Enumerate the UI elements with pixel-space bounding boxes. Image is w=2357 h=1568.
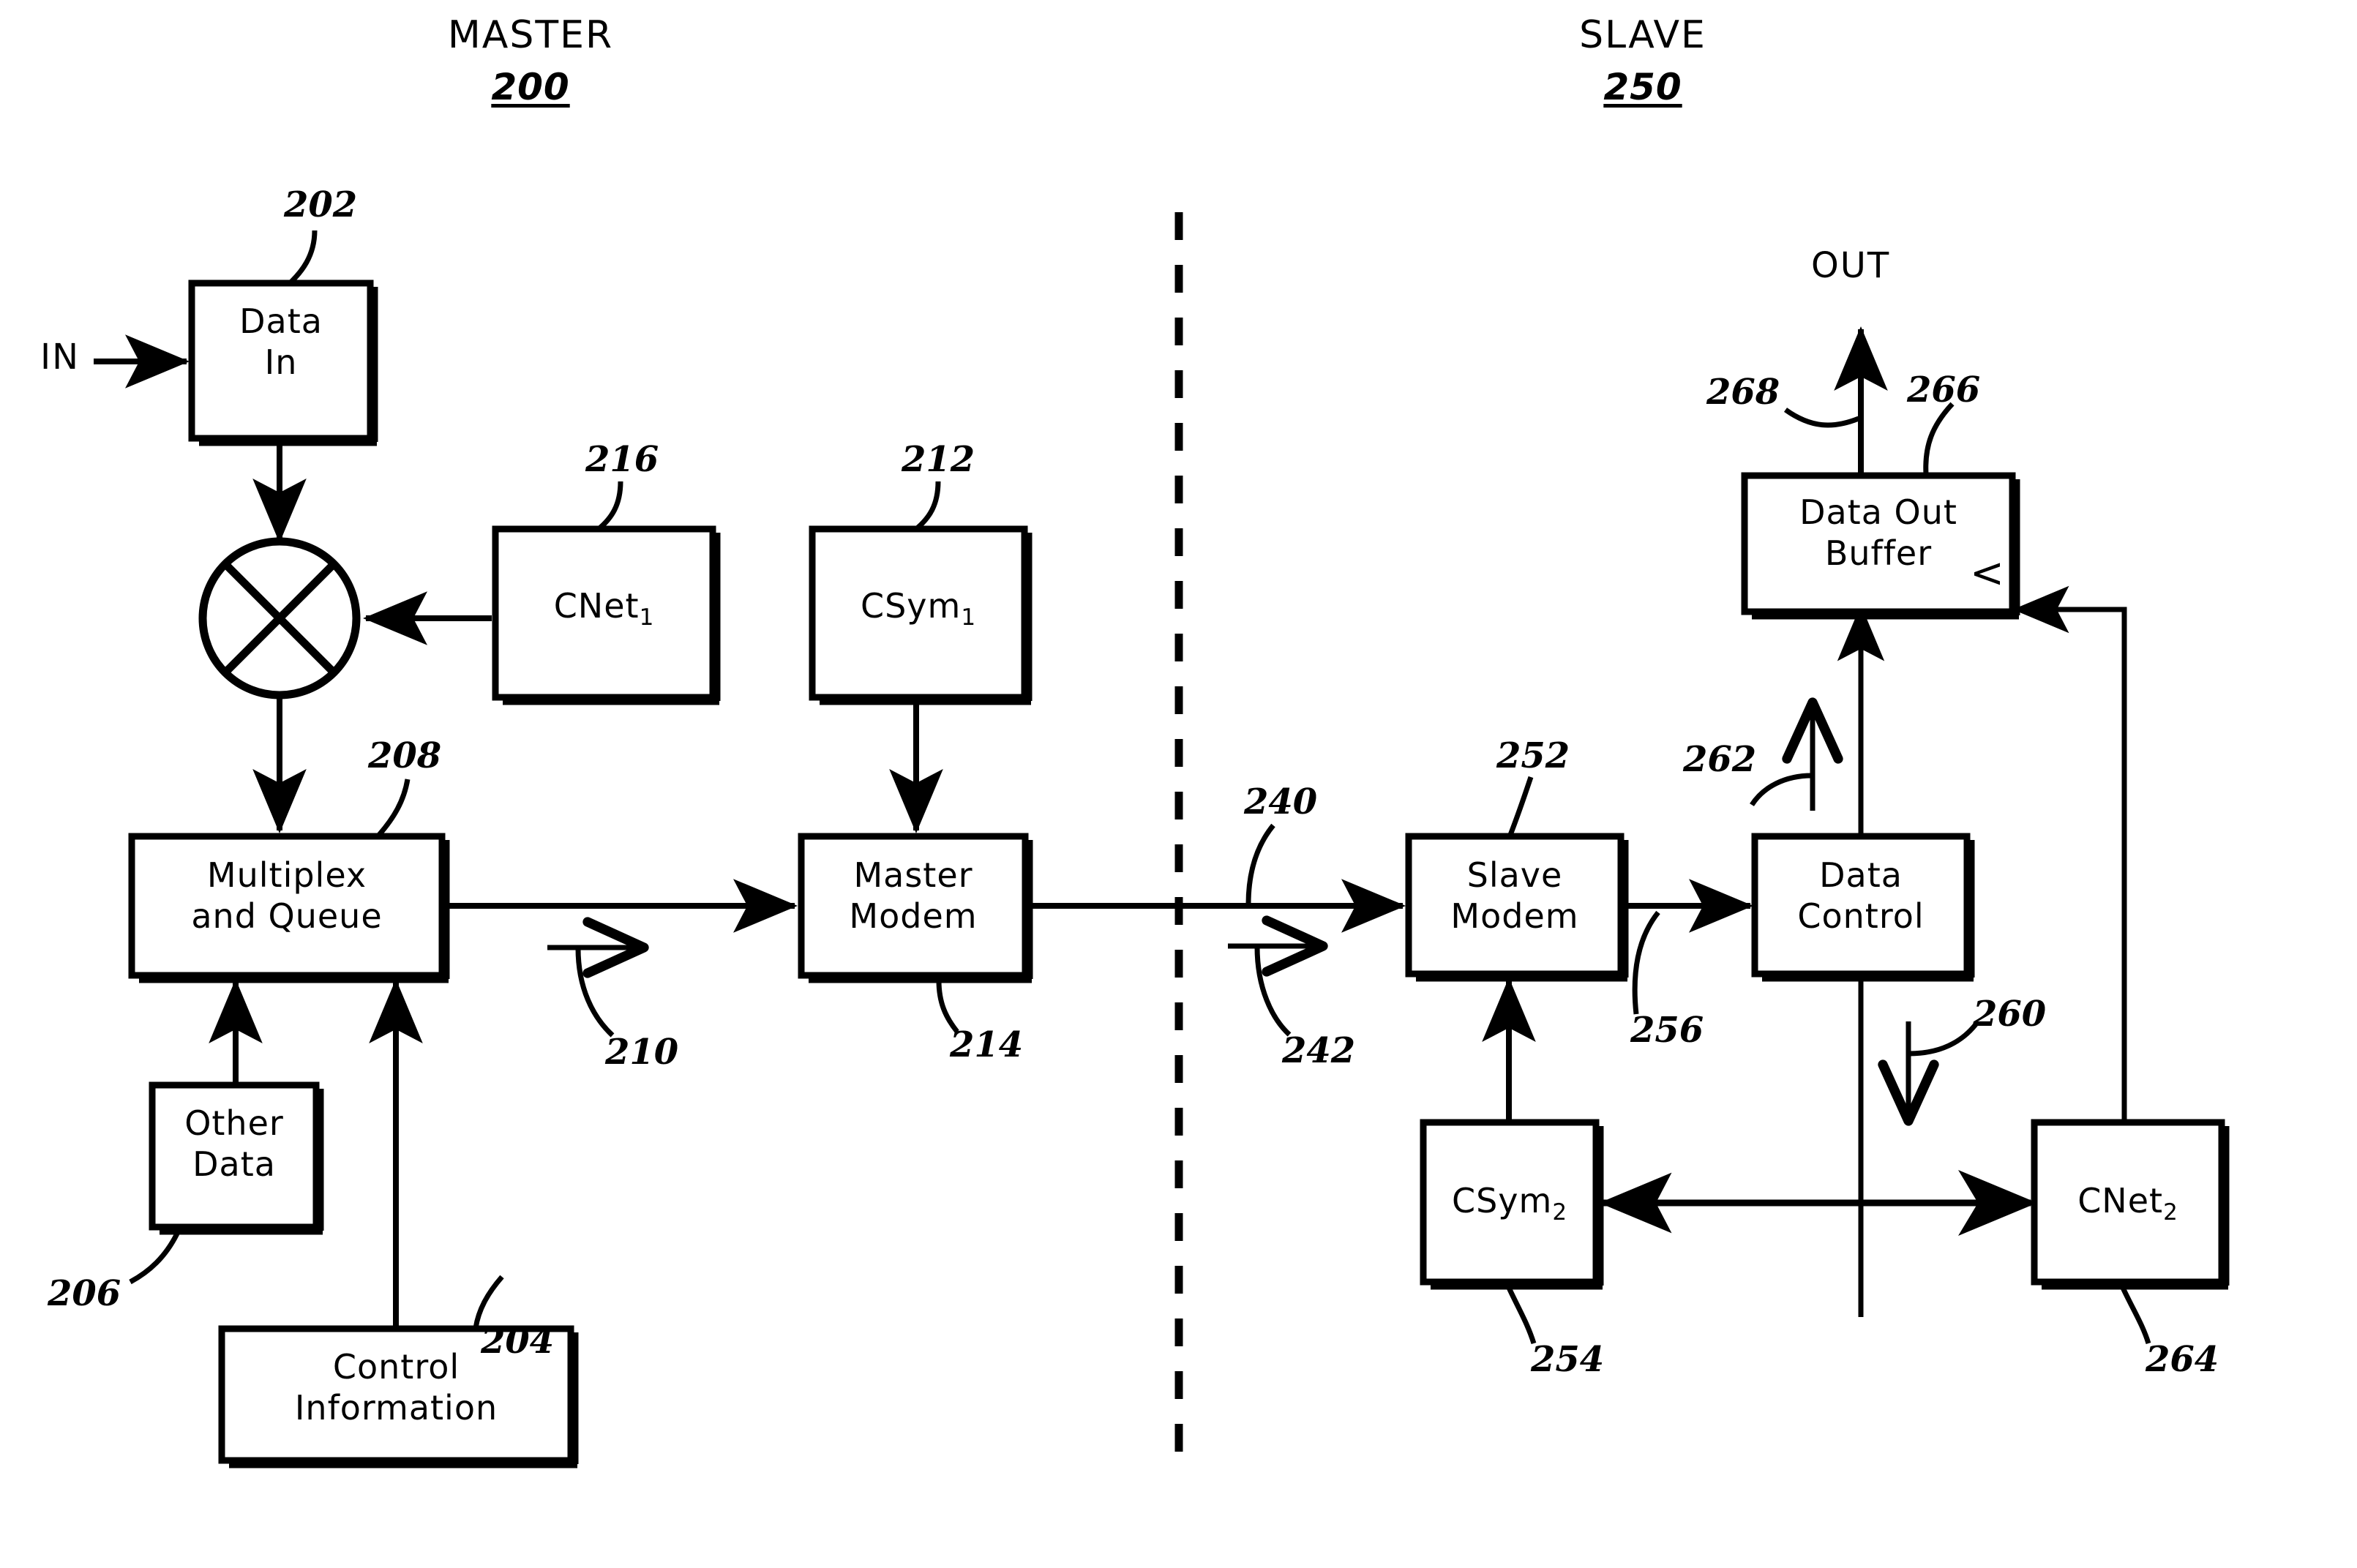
block-label-data-control: Data Control [1797, 855, 1925, 937]
section-title-master: MASTER [447, 13, 614, 57]
ref-number-216: 216 [585, 439, 659, 480]
signal-ref-240-leader [1245, 823, 1275, 905]
signal-ref-242-leader [1228, 915, 1328, 1037]
data-out-buffer-marker: < [1970, 549, 2004, 597]
port-label-in: IN [40, 337, 80, 378]
ref-number-252: 252 [1496, 735, 1570, 776]
block-label-master-modem: Master Modem [849, 855, 978, 937]
block-label-csym1: CSym1 [812, 585, 1024, 629]
signal-ref-260-leader [1878, 1021, 1978, 1126]
figure-canvas: MASTER 200 SLAVE 250 IN OUT Data In Cont… [0, 0, 2357, 1568]
ref-leader-216 [596, 481, 623, 531]
section-number-master: 200 [491, 66, 570, 108]
signal-ref-268-leader [1783, 408, 1860, 428]
mixer-circle-with-x [198, 537, 361, 699]
ref-leader-212 [914, 481, 941, 531]
block-label-slave-modem: Slave Modem [1450, 855, 1579, 937]
block-label-csym1-text: CSym [860, 586, 962, 626]
ref-leader-202 [287, 230, 318, 286]
block-label-cnet2-text: CNet [2077, 1181, 2164, 1220]
ref-number-240: 240 [1244, 781, 1318, 822]
ref-number-210: 210 [605, 1032, 679, 1073]
block-label-csym2-sub: 2 [1552, 1199, 1568, 1226]
signal-ref-256-leader [1632, 910, 1660, 1015]
ref-number-256: 256 [1630, 1010, 1704, 1051]
arrow-cnet2-to-data-out-buffer [2012, 585, 2127, 1122]
ref-number-206: 206 [48, 1273, 121, 1314]
ref-number-254: 254 [1531, 1339, 1605, 1380]
port-label-out: OUT [1811, 245, 1891, 286]
ref-leader-206 [129, 1232, 180, 1285]
ref-number-262: 262 [1683, 739, 1757, 780]
ref-number-202: 202 [284, 184, 358, 225]
ref-leader-252 [1507, 776, 1534, 836]
ref-number-264: 264 [2146, 1339, 2219, 1380]
block-label-cnet2: CNet2 [2034, 1180, 2222, 1224]
signal-ref-262-leader [1750, 697, 1843, 811]
ref-leader-254 [1506, 1286, 1537, 1345]
block-label-cnet1: CNet1 [495, 585, 713, 629]
ref-number-204: 204 [481, 1321, 555, 1362]
block-label-csym2-text: CSym [1451, 1181, 1553, 1220]
section-number-slave: 250 [1603, 66, 1682, 108]
block-label-csym2: CSym2 [1423, 1180, 1596, 1224]
diagram-vector-layer [94, 212, 2230, 1468]
ref-number-242: 242 [1282, 1030, 1356, 1071]
block-label-cnet1-sub: 1 [639, 604, 655, 631]
ref-number-208: 208 [368, 735, 442, 776]
ref-number-214: 214 [950, 1024, 1024, 1065]
signal-ref-266-leader [1923, 402, 1955, 475]
ref-number-268: 268 [1706, 372, 1780, 413]
ref-number-266: 266 [1907, 370, 1981, 410]
block-label-multiplex-queue: Multiplex and Queue [191, 855, 383, 937]
block-label-cnet1-text: CNet [553, 586, 640, 626]
ref-number-260: 260 [1973, 994, 2047, 1035]
ref-leader-264 [2120, 1286, 2151, 1345]
block-label-other-data: Other Data [184, 1103, 284, 1185]
block-label-data-in: Data In [239, 301, 323, 383]
signal-ref-210-leader [547, 917, 649, 1038]
section-title-slave: SLAVE [1579, 13, 1706, 57]
ref-leader-208 [377, 779, 411, 837]
block-label-csym1-sub: 1 [961, 604, 977, 631]
ref-number-212: 212 [902, 439, 975, 480]
block-label-cnet2-sub: 2 [2163, 1199, 2178, 1226]
